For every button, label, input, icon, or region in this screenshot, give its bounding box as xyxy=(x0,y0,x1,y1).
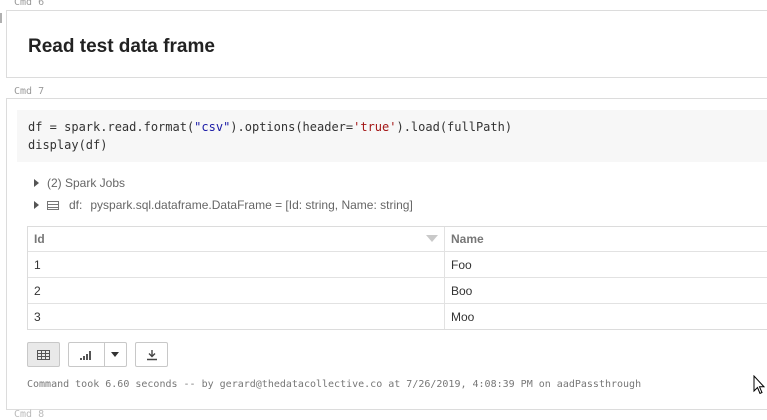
result-table: Id Name 1 Foo 2 Boo 3 Moo xyxy=(27,226,767,330)
markdown-cell[interactable]: Read test data frame xyxy=(6,10,767,78)
caret-right-icon xyxy=(34,179,39,187)
result-toolbar xyxy=(27,342,168,367)
cmd8-label: Cmd 8 xyxy=(14,409,44,420)
command-status: Command took 6.60 seconds -- by gerard@t… xyxy=(27,379,641,390)
code-editor[interactable]: df = spark.read.format("csv").options(he… xyxy=(17,110,767,162)
code-token: ).options(header= xyxy=(230,120,353,134)
spark-jobs-toggle[interactable]: (2) Spark Jobs xyxy=(34,176,125,190)
table-cell: Moo xyxy=(445,304,767,330)
code-string: "csv" xyxy=(194,120,230,134)
caret-right-icon xyxy=(34,201,39,209)
table-row: 3 Moo xyxy=(28,304,767,330)
df-schema: pyspark.sql.dataframe.DataFrame = [Id: s… xyxy=(90,198,412,212)
table-cell: 2 xyxy=(28,278,445,304)
table-icon xyxy=(37,350,50,360)
chart-type-dropdown[interactable] xyxy=(105,343,126,366)
table-cell: 1 xyxy=(28,252,445,278)
code-line-2: display(df) xyxy=(28,136,107,154)
table-row: 2 Boo xyxy=(28,278,767,304)
mouse-cursor-icon xyxy=(753,375,765,395)
chevron-down-icon xyxy=(111,352,119,357)
column-header-id[interactable]: Id xyxy=(28,227,445,252)
code-token: ).load(fullPath) xyxy=(396,120,512,134)
download-icon xyxy=(146,349,158,361)
df-schema-toggle[interactable]: df: pyspark.sql.dataframe.DataFrame = [I… xyxy=(34,198,413,212)
table-cell: Boo xyxy=(445,278,767,304)
table-view-button[interactable] xyxy=(27,342,60,367)
df-name: df: xyxy=(69,198,82,212)
download-button[interactable] xyxy=(135,342,168,367)
sort-icon[interactable] xyxy=(426,235,438,242)
chart-view-button[interactable] xyxy=(69,343,105,366)
chart-view-group xyxy=(68,342,127,367)
column-header-name[interactable]: Name xyxy=(445,227,767,252)
cmd7-label: Cmd 7 xyxy=(14,86,44,97)
column-header-label: Id xyxy=(34,232,45,246)
bar-chart-icon xyxy=(80,350,93,360)
table-row: 1 Foo xyxy=(28,252,767,278)
table-cell: Foo xyxy=(445,252,767,278)
cmd6-label: Cmd 6 xyxy=(14,0,44,8)
table-header-row: Id Name xyxy=(28,227,767,252)
left-marker xyxy=(0,13,2,23)
code-cell: df = spark.read.format("csv").options(he… xyxy=(6,98,767,410)
code-string: 'true' xyxy=(353,120,396,134)
dataframe-icon xyxy=(47,201,59,210)
code-token: df = spark.read.format( xyxy=(28,120,194,134)
table-cell: 3 xyxy=(28,304,445,330)
code-line-1: df = spark.read.format("csv").options(he… xyxy=(28,118,512,136)
markdown-title: Read test data frame xyxy=(28,36,215,58)
spark-jobs-label: (2) Spark Jobs xyxy=(47,176,125,190)
